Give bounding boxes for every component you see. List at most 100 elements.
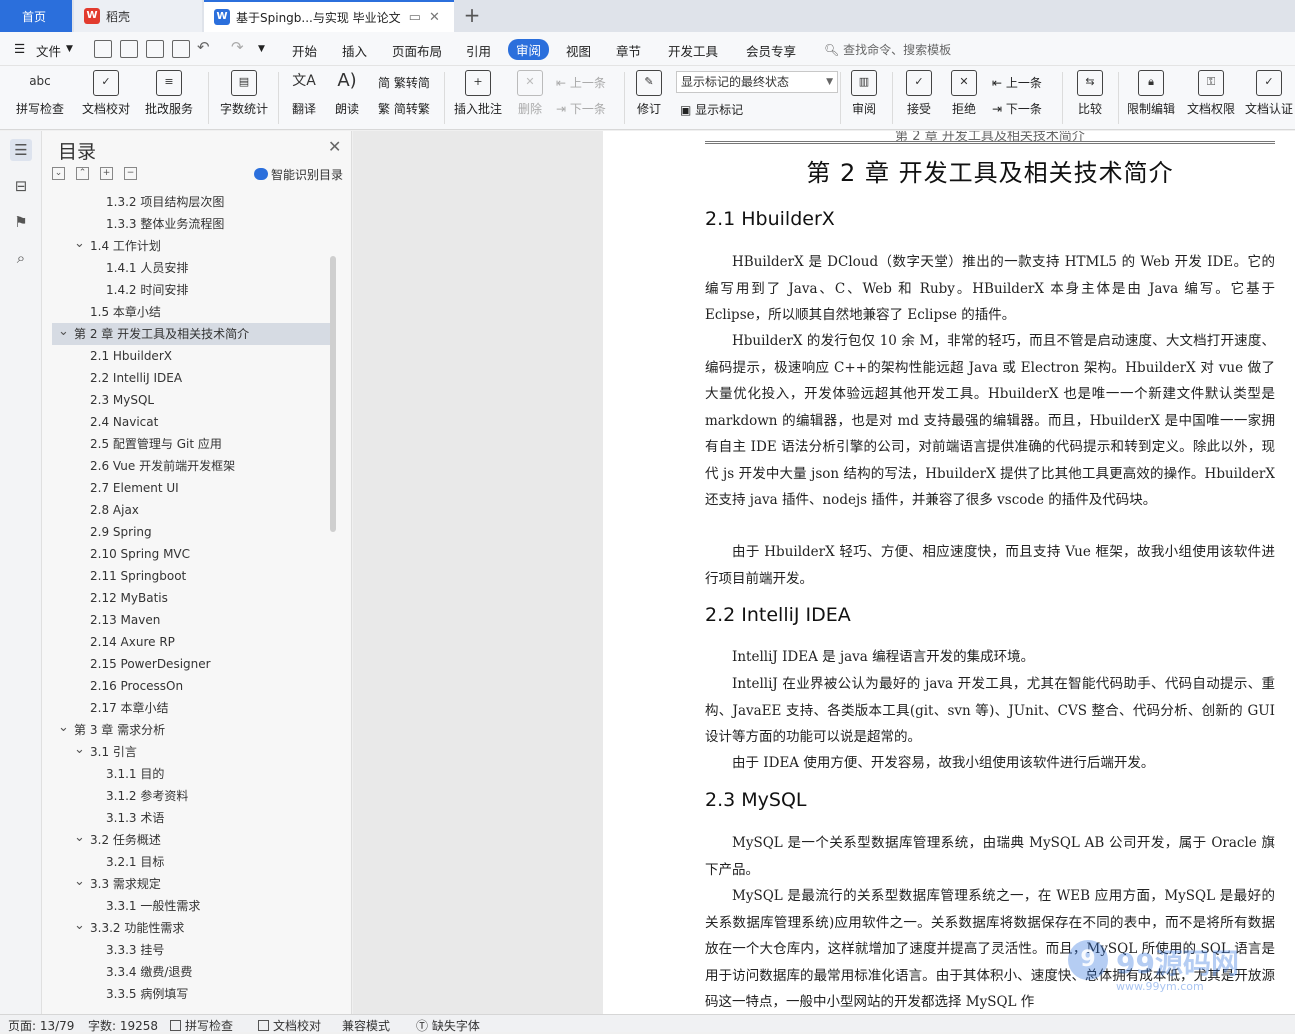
tab-home[interactable]: 首页 — [0, 0, 72, 32]
toc-item[interactable]: 3.1.1 目的 — [52, 763, 332, 785]
chevron-down-icon[interactable]: ⌄ — [58, 717, 69, 739]
toc-item[interactable]: 2.8 Ajax — [52, 499, 332, 521]
toc-item[interactable]: 1.3.3 整体业务流程图 — [52, 213, 332, 235]
toc-item[interactable]: 3.1.3 术语 — [52, 807, 332, 829]
hamburger-menu-icon[interactable]: ☰ — [14, 41, 25, 56]
toc-item[interactable]: 1.4.2 时间安排 — [52, 279, 332, 301]
translate-button[interactable]: 文A 翻译 — [286, 70, 322, 126]
accept-change-button[interactable]: ✓ 接受 — [900, 70, 938, 126]
toc-item[interactable]: 2.15 PowerDesigner — [52, 653, 332, 675]
spell-check-button[interactable]: abc 拼写检查 — [10, 70, 70, 126]
menu-member[interactable]: 会员专享 — [746, 41, 796, 60]
toc-item[interactable]: 2.11 Springboot — [52, 565, 332, 587]
missing-font-indicator[interactable]: Ⓣ 缺失字体 — [416, 1017, 480, 1034]
toc-item[interactable]: 3.3.1 一般性需求 — [52, 895, 332, 917]
toc-item[interactable]: ⌄ 第 3 章 需求分析 — [52, 719, 332, 741]
toc-item[interactable]: 2.3 MySQL — [52, 389, 332, 411]
toc-item[interactable]: 2.1 HbuilderX — [52, 345, 332, 367]
doc-check-button[interactable]: ✓ 文档校对 — [80, 70, 132, 126]
menu-page-layout[interactable]: 页面布局 — [392, 41, 442, 60]
word-count-indicator[interactable]: 字数: 19258 — [88, 1017, 158, 1034]
navigation-pane-icon[interactable]: ⊟ — [10, 175, 32, 197]
toc-item[interactable]: 2.14 Axure RP — [52, 631, 332, 653]
toc-item[interactable]: ⌄ 3.2 任务概述 — [52, 829, 332, 851]
delete-comment-button[interactable]: ✕ 删除 — [510, 70, 550, 126]
chevron-down-icon[interactable]: ⌄ — [58, 321, 69, 343]
toc-item[interactable]: 3.3.5 病例填写 — [52, 983, 332, 1005]
chevron-down-icon[interactable]: ⌄ — [74, 871, 85, 893]
compare-button[interactable]: ⇆ 比较 — [1070, 70, 1110, 126]
track-changes-button[interactable]: ✎ 修订 — [630, 70, 668, 126]
restrict-editing-button[interactable]: 🔒︎ 限制编辑 — [1124, 70, 1178, 126]
toc-item[interactable]: 2.4 Navicat — [52, 411, 332, 433]
batch-service-button[interactable]: ≡ 批改服务 — [140, 70, 198, 126]
toc-item[interactable]: ⌄ 1.4 工作计划 — [52, 235, 332, 257]
word-count-button[interactable]: ▤ 字数统计 — [218, 70, 270, 126]
toc-item[interactable]: 1.3.2 项目结构层次图 — [52, 191, 332, 213]
tab-restore-icon[interactable]: ▭ — [409, 10, 421, 25]
prev-comment-button[interactable]: ⇤ 上一条 — [556, 74, 606, 91]
toc-item[interactable]: ⌄ 第 2 章 开发工具及相关技术简介 — [52, 323, 332, 345]
show-markup-button[interactable]: ▣ 显示标记 — [680, 101, 743, 118]
toc-item[interactable]: ⌄ 3.3.2 功能性需求 — [52, 917, 332, 939]
review-pane-button[interactable]: ▥ 审阅 — [846, 70, 882, 126]
next-change-button[interactable]: ⇥ 下一条 — [992, 100, 1042, 117]
menu-chapter[interactable]: 章节 — [616, 41, 641, 60]
page-indicator[interactable]: 页面: 13/79 — [8, 1017, 74, 1034]
status-spell-check[interactable]: 拼写检查 — [170, 1017, 233, 1034]
menu-insert[interactable]: 插入 — [342, 41, 367, 60]
toc-item[interactable]: 2.2 IntelliJ IDEA — [52, 367, 332, 389]
save-icon[interactable] — [94, 40, 112, 58]
tab-close-icon[interactable]: ✕ — [429, 10, 440, 25]
toc-item[interactable]: 2.7 Element UI — [52, 477, 332, 499]
toc-item[interactable]: 2.9 Spring — [52, 521, 332, 543]
toc-item[interactable]: 1.4.1 人员安排 — [52, 257, 332, 279]
expand-level-icon[interactable]: ⌃ — [76, 167, 89, 180]
toc-item[interactable]: 2.16 ProcessOn — [52, 675, 332, 697]
toc-scrollbar[interactable] — [330, 256, 336, 532]
undo-icon[interactable]: ↶ — [197, 38, 210, 56]
tab-daoke[interactable]: W 稻壳 — [74, 0, 202, 32]
toc-item[interactable]: ⌄ 3.3 需求规定 — [52, 873, 332, 895]
remove-heading-icon[interactable]: − — [124, 167, 137, 180]
toc-item[interactable]: 3.1.2 参考资料 — [52, 785, 332, 807]
doc-rights-button[interactable]: ⚿ 文档权限 — [1184, 70, 1238, 126]
insert-comment-button[interactable]: + 插入批注 — [452, 70, 504, 126]
reject-change-button[interactable]: ✕ 拒绝 — [946, 70, 982, 126]
toc-item[interactable]: 2.17 本章小结 — [52, 697, 332, 719]
trad-to-simp-button[interactable]: 简 繁转简 — [378, 74, 430, 91]
export-pdf-icon[interactable] — [120, 40, 138, 58]
close-icon[interactable]: ✕ — [328, 137, 341, 156]
toc-item[interactable]: 2.5 配置管理与 Git 应用 — [52, 433, 332, 455]
menu-file[interactable]: 文件 — [36, 41, 61, 60]
add-heading-icon[interactable]: + — [100, 167, 113, 180]
new-tab-button[interactable]: + — [460, 4, 484, 28]
command-search[interactable]: 🔍︎ 查找命令、搜索模板 — [824, 41, 951, 58]
menu-developer[interactable]: 开发工具 — [668, 41, 718, 60]
toc-item[interactable]: 1.5 本章小结 — [52, 301, 332, 323]
next-comment-button[interactable]: ⇥ 下一条 — [556, 100, 606, 117]
chevron-down-icon[interactable]: ⌄ — [74, 915, 85, 937]
markup-display-select[interactable]: 显示标记的最终状态 ▼ — [676, 71, 838, 93]
menu-view[interactable]: 视图 — [566, 41, 591, 60]
toc-item[interactable]: 3.3.4 缴费/退费 — [52, 961, 332, 983]
read-aloud-button[interactable]: A) 朗读 — [330, 70, 364, 126]
menu-review[interactable]: 审阅 — [508, 39, 550, 60]
menu-start[interactable]: 开始 — [292, 41, 317, 60]
document-page[interactable]: 第 2 章 开发工具及相关技术简介 第 2 章 开发工具及相关技术简介 2.1 … — [603, 131, 1295, 1014]
doc-auth-button[interactable]: ✓ 文档认证 — [1244, 70, 1294, 126]
smart-toc-button[interactable]: 智能识别目录 — [254, 166, 343, 183]
toc-item[interactable]: 2.13 Maven — [52, 609, 332, 631]
toc-panel-icon[interactable]: ☰ — [10, 139, 32, 161]
collapse-all-icon[interactable]: ⌄ — [52, 167, 65, 180]
toc-item[interactable]: 3.2.1 目标 — [52, 851, 332, 873]
tab-document[interactable]: W 基于Spingb...与实现 毕业论文 ▭ ✕ — [204, 0, 454, 32]
chevron-down-icon[interactable]: ▼ — [66, 44, 73, 54]
search-icon[interactable]: ⌕ — [10, 247, 32, 269]
chevron-down-icon[interactable]: ⌄ — [74, 233, 85, 255]
chevron-down-icon[interactable]: ⌄ — [74, 827, 85, 849]
chevron-down-icon[interactable]: ⌄ — [74, 739, 85, 761]
simp-to-trad-button[interactable]: 繁 简转繁 — [378, 100, 430, 117]
print-preview-icon[interactable] — [172, 40, 190, 58]
prev-change-button[interactable]: ⇤ 上一条 — [992, 74, 1042, 91]
